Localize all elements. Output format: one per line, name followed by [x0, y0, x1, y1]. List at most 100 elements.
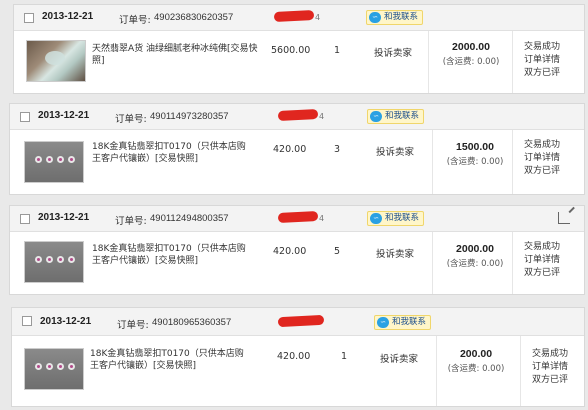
column-divider	[512, 130, 513, 194]
total-amount: 1500.00	[456, 141, 494, 153]
quantity: 1	[334, 45, 341, 56]
order-number: 490114973280357	[150, 111, 229, 122]
contact-seller-button[interactable]: ∽ 和我联系	[367, 109, 425, 124]
contact-seller-button[interactable]: ∽ 和我联系	[374, 315, 432, 330]
order-total: 1500.00 (含运费: 0.00)	[438, 141, 512, 167]
contact-seller-label: 和我联系	[384, 12, 419, 22]
redaction-tail: 4	[315, 13, 321, 22]
redaction-mark	[277, 108, 319, 122]
contact-seller-button[interactable]: ∽ 和我联系	[366, 10, 424, 25]
complain-seller-link[interactable]: 投诉卖家	[374, 45, 412, 59]
order-card: 2013-12-21 订单号: 490180965360357 ∽ 和我联系 1…	[11, 307, 585, 407]
order-status-column: 交易成功 订单详情 双方已评	[524, 41, 560, 80]
column-divider	[512, 31, 513, 93]
quantity: 1	[341, 351, 348, 362]
order-header: 2013-12-21 订单号: 490114973280357 4 ∽ 和我联系	[10, 104, 584, 130]
review-status: 双方已评	[524, 68, 561, 78]
trade-status: 交易成功	[524, 42, 561, 52]
chat-bubble-icon: ∽	[377, 317, 389, 328]
product-thumbnail[interactable]	[24, 348, 84, 390]
order-number: 490180965360357	[152, 317, 232, 328]
product-thumbnail[interactable]	[24, 141, 84, 183]
order-date: 2013-12-21	[38, 212, 90, 223]
quantity: 3	[334, 144, 341, 155]
share-icon[interactable]	[558, 212, 570, 224]
redaction-tail: 4	[319, 112, 325, 121]
total-amount: 2000.00	[452, 41, 490, 53]
shipping-note: (含运费: 0.00)	[446, 157, 504, 167]
trade-status: 交易成功	[524, 242, 561, 252]
product-title-link[interactable]: 18K金真钻翡翠扣T0170（只供本店购王客户代镶嵌）[交易快照]	[92, 243, 250, 267]
order-number: 490236830620357	[154, 12, 234, 23]
order-card: 2013-12-21 订单号: 490114973280357 4 ∽ 和我联系…	[9, 103, 585, 195]
order-header: 2013-12-21 订单号: 490112494800357 4 ∽ 和我联系	[10, 206, 584, 232]
order-header: 2013-12-21 订单号: 490236830620357 4 ∽ 和我联系	[14, 5, 584, 31]
product-title-link[interactable]: 18K金真钻翡翠扣T0170（只供本店购王客户代镶嵌）[交易快照]	[90, 348, 250, 372]
contact-seller-label: 和我联系	[385, 111, 420, 121]
column-divider	[512, 232, 513, 294]
order-select-checkbox[interactable]	[24, 13, 34, 23]
order-number-label: 订单号:	[119, 15, 151, 26]
complain-seller-link[interactable]: 投诉卖家	[380, 351, 418, 365]
product-title-link[interactable]: 天然翡翠A货 油绿细腻老种冰纯佛[交易快照]	[92, 43, 262, 67]
order-card: 2013-12-21 订单号: 490112494800357 4 ∽ 和我联系…	[9, 205, 585, 295]
contact-seller-label: 和我联系	[385, 213, 420, 223]
redaction-tail: 4	[319, 214, 325, 223]
redaction-mark	[273, 9, 315, 23]
order-number: 490112494800357	[150, 213, 229, 224]
order-details-link[interactable]: 订单详情	[524, 152, 560, 165]
quantity: 5	[334, 246, 341, 257]
order-date: 2013-12-21	[42, 11, 94, 22]
column-divider	[432, 232, 433, 294]
column-divider	[432, 130, 433, 194]
contact-seller-button[interactable]: ∽ 和我联系	[367, 211, 425, 226]
chat-bubble-icon: ∽	[370, 213, 382, 224]
review-status: 双方已评	[532, 375, 569, 385]
order-number-label: 订单号:	[117, 320, 149, 331]
review-status: 双方已评	[524, 166, 561, 176]
review-status: 双方已评	[524, 268, 561, 278]
trade-status: 交易成功	[524, 140, 561, 150]
chat-bubble-icon: ∽	[370, 111, 382, 122]
order-card: 2013-12-21 订单号: 490236830620357 4 ∽ 和我联系…	[13, 4, 585, 94]
column-divider	[520, 336, 521, 406]
order-date: 2013-12-21	[40, 316, 92, 327]
unit-price: 420.00	[273, 144, 307, 155]
redaction-mark	[277, 210, 319, 224]
total-amount: 200.00	[459, 348, 493, 360]
product-thumbnail[interactable]	[24, 241, 84, 283]
order-select-checkbox[interactable]	[20, 112, 30, 122]
contact-seller-label: 和我联系	[392, 317, 427, 327]
chat-bubble-icon: ∽	[369, 12, 381, 23]
redaction-mark	[277, 314, 325, 328]
complain-seller-link[interactable]: 投诉卖家	[376, 246, 414, 260]
order-status-column: 交易成功 订单详情 双方已评	[532, 348, 568, 387]
order-details-link[interactable]: 订单详情	[532, 361, 568, 374]
order-status-column: 交易成功 订单详情 双方已评	[524, 139, 560, 178]
order-date: 2013-12-21	[38, 110, 90, 121]
shipping-note: (含运费: 0.00)	[447, 364, 505, 374]
order-header: 2013-12-21 订单号: 490180965360357 ∽ 和我联系	[12, 308, 584, 336]
product-title-link[interactable]: 18K金真钻翡翠扣T0170（只供本店购王客户代镶嵌）[交易快照]	[92, 141, 250, 165]
order-details-link[interactable]: 订单详情	[524, 54, 560, 67]
order-details-link[interactable]: 订单详情	[524, 254, 560, 267]
complain-seller-link[interactable]: 投诉卖家	[376, 144, 414, 158]
trade-status: 交易成功	[532, 349, 569, 359]
unit-price: 420.00	[277, 351, 311, 362]
order-total: 2000.00 (含运费: 0.00)	[438, 243, 512, 269]
order-number-label: 订单号:	[115, 216, 147, 227]
product-thumbnail[interactable]	[26, 40, 86, 82]
order-total: 2000.00 (含运费: 0.00)	[434, 41, 508, 67]
shipping-note: (含运费: 0.00)	[446, 259, 504, 269]
order-number-label: 订单号:	[115, 114, 147, 125]
column-divider	[428, 31, 429, 93]
order-total: 200.00 (含运费: 0.00)	[439, 348, 513, 374]
order-select-checkbox[interactable]	[22, 316, 32, 326]
order-select-checkbox[interactable]	[20, 214, 30, 224]
shipping-note: (含运费: 0.00)	[442, 57, 500, 67]
column-divider	[436, 336, 437, 406]
order-status-column: 交易成功 订单详情 双方已评	[524, 241, 560, 280]
total-amount: 2000.00	[456, 243, 494, 255]
unit-price: 420.00	[273, 246, 307, 257]
unit-price: 5600.00	[271, 45, 311, 56]
